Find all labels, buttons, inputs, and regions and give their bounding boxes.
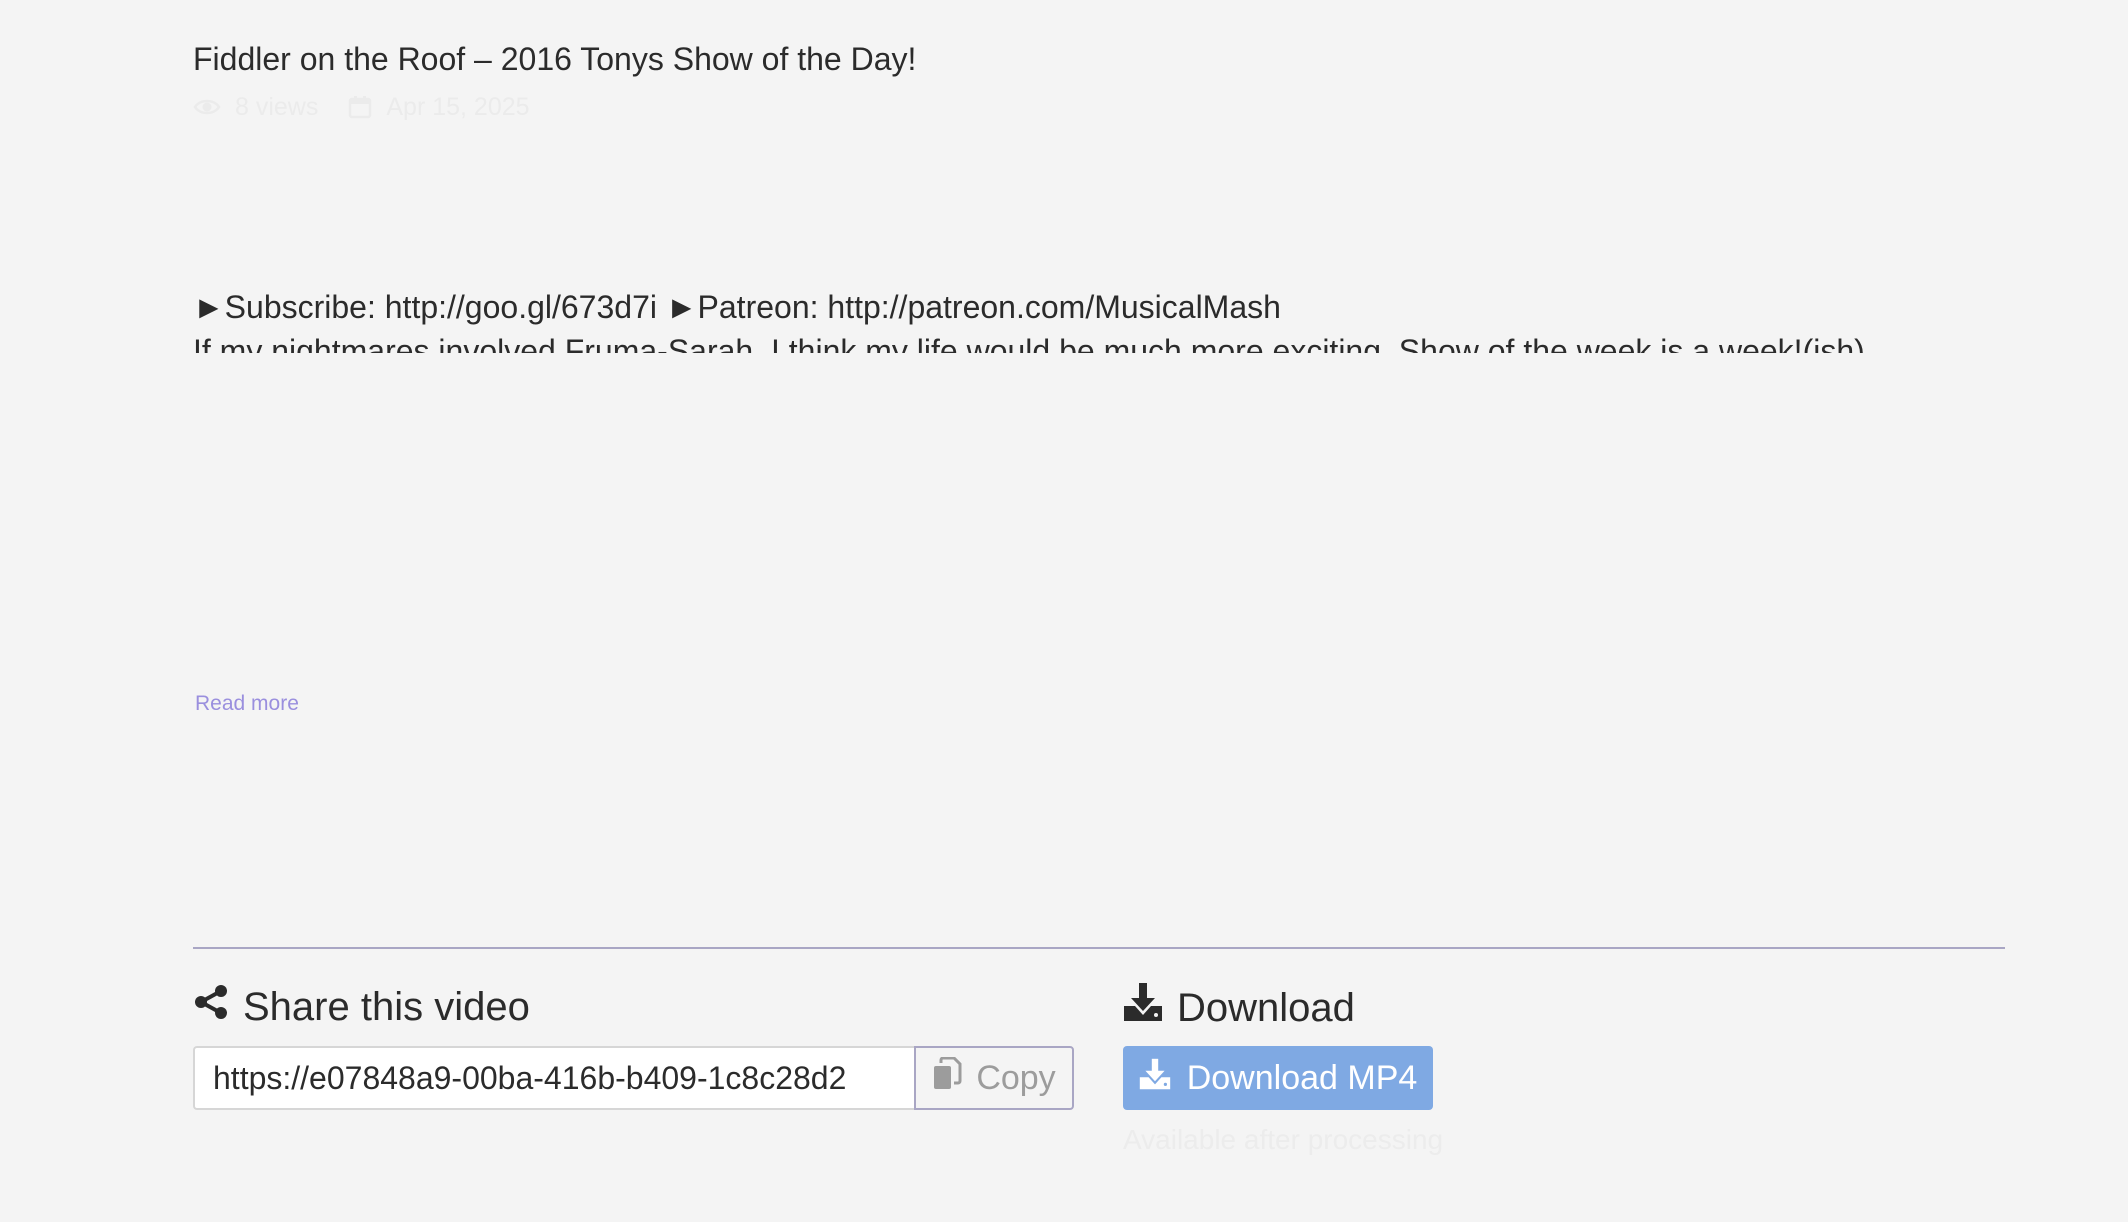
share-icon (193, 982, 229, 1032)
date-meta: Apr 15, 2025 (348, 92, 530, 122)
copy-button[interactable]: Copy (914, 1046, 1074, 1110)
download-button-label: Download MP4 (1186, 1058, 1418, 1097)
video-meta: 8 views Apr 15, 2025 (193, 92, 530, 122)
download-icon (1123, 982, 1163, 1034)
video-title: Fiddler on the Roof – 2016 Tonys Show of… (193, 41, 917, 77)
section-divider (193, 947, 2005, 949)
download-heading-label: Download (1177, 986, 1355, 1030)
copy-icon (932, 1056, 962, 1100)
download-mp4-button[interactable]: Download MP4 (1123, 1046, 1433, 1110)
share-url-group: Copy (193, 1046, 1074, 1110)
views-count: 8 views (235, 92, 319, 121)
copy-button-label: Copy (976, 1058, 1056, 1097)
share-heading-label: Share this video (243, 985, 530, 1029)
eye-icon (193, 96, 221, 118)
views-meta: 8 views (193, 93, 318, 122)
download-heading: Download (1123, 982, 1355, 1034)
video-description: ►Subscribe: http://goo.gl/673d7i ►Patreo… (193, 285, 2013, 353)
description-line: If my nightmares involved Fruma-Sarah, I… (193, 333, 1865, 353)
read-more-link[interactable]: Read more (195, 692, 299, 716)
share-heading: Share this video (193, 982, 530, 1032)
upload-date: Apr 15, 2025 (386, 92, 530, 121)
description-line: ►Subscribe: http://goo.gl/673d7i ►Patreo… (193, 289, 1281, 325)
video-page: Fiddler on the Roof – 2016 Tonys Show of… (0, 0, 2128, 1222)
download-icon (1139, 1058, 1171, 1099)
calendar-icon (348, 95, 372, 119)
share-url-input[interactable] (193, 1046, 914, 1110)
download-availability-note: Available after processing (1123, 1124, 1444, 1155)
